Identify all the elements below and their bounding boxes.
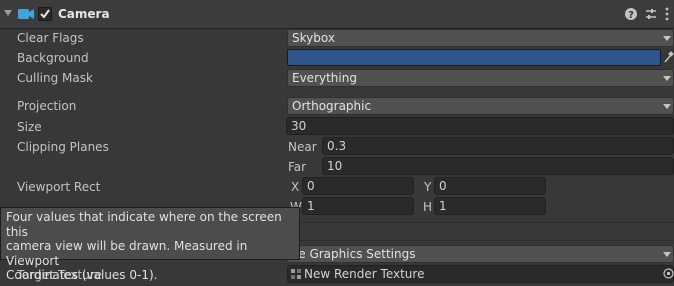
rendering-path-dropdown[interactable]: se Graphics Settings	[287, 245, 674, 263]
chevron-down-icon	[663, 36, 671, 41]
foldout-arrow-icon[interactable]	[4, 10, 12, 16]
tooltip-line: Four values that indicate where on the s…	[6, 210, 282, 239]
viewport-h-input[interactable]: 1	[434, 197, 546, 215]
background-color-swatch[interactable]	[287, 49, 661, 66]
tooltip-line: Coordinates (values 0-1).	[6, 268, 158, 282]
svg-text:?: ?	[628, 10, 634, 20]
presets-icon[interactable]	[645, 8, 657, 20]
clipping-planes-label: Clipping Planes	[17, 140, 109, 154]
component-title: Camera	[58, 7, 110, 21]
viewport-h-label: H	[423, 200, 433, 214]
separator	[287, 240, 674, 241]
culling-mask-value: Everything	[292, 71, 357, 85]
chevron-down-icon	[663, 104, 671, 109]
far-input[interactable]: 10	[322, 157, 674, 175]
tooltip-line: camera view will be drawn. Measured in V…	[6, 239, 248, 268]
far-label: Far	[288, 160, 307, 174]
help-icon[interactable]: ?	[625, 8, 637, 20]
clear-flags-dropdown[interactable]: Skybox	[287, 29, 674, 47]
kebab-menu-icon[interactable]	[664, 7, 670, 21]
viewport-rect-label: Viewport Rect	[17, 180, 101, 194]
chevron-down-icon	[663, 76, 671, 81]
culling-mask-dropdown[interactable]: Everything	[287, 69, 674, 87]
viewport-rect-tooltip: Four values that indicate where on the s…	[0, 207, 300, 282]
viewport-x-input[interactable]: 0	[302, 177, 414, 195]
projection-dropdown[interactable]: Orthographic	[287, 97, 674, 115]
target-texture-value: New Render Texture	[304, 267, 425, 281]
projection-value: Orthographic	[292, 99, 372, 113]
clear-flags-value: Skybox	[292, 31, 335, 45]
size-label: Size	[17, 120, 42, 134]
background-label: Background	[17, 51, 89, 65]
chevron-down-icon	[663, 252, 671, 257]
separator	[287, 222, 674, 223]
eyedropper-icon[interactable]	[664, 51, 674, 63]
viewport-y-label: Y	[424, 180, 432, 194]
near-input[interactable]: 0.3	[322, 137, 674, 155]
viewport-x-label: X	[291, 180, 300, 194]
size-input[interactable]: 30	[286, 117, 674, 135]
clear-flags-label: Clear Flags	[17, 31, 84, 45]
target-texture-field[interactable]: New Render Texture	[287, 265, 674, 283]
enabled-checkbox[interactable]	[38, 7, 52, 21]
viewport-y-input[interactable]: 0	[434, 177, 546, 195]
camera-icon	[18, 9, 34, 19]
near-label: Near	[288, 140, 317, 154]
rendering-path-value: se Graphics Settings	[292, 247, 416, 261]
viewport-w-input[interactable]: 1	[302, 197, 414, 215]
object-picker-icon[interactable]	[663, 268, 674, 279]
checkmark-icon	[40, 9, 50, 19]
culling-mask-label: Culling Mask	[17, 71, 93, 85]
projection-label: Projection	[17, 99, 77, 113]
